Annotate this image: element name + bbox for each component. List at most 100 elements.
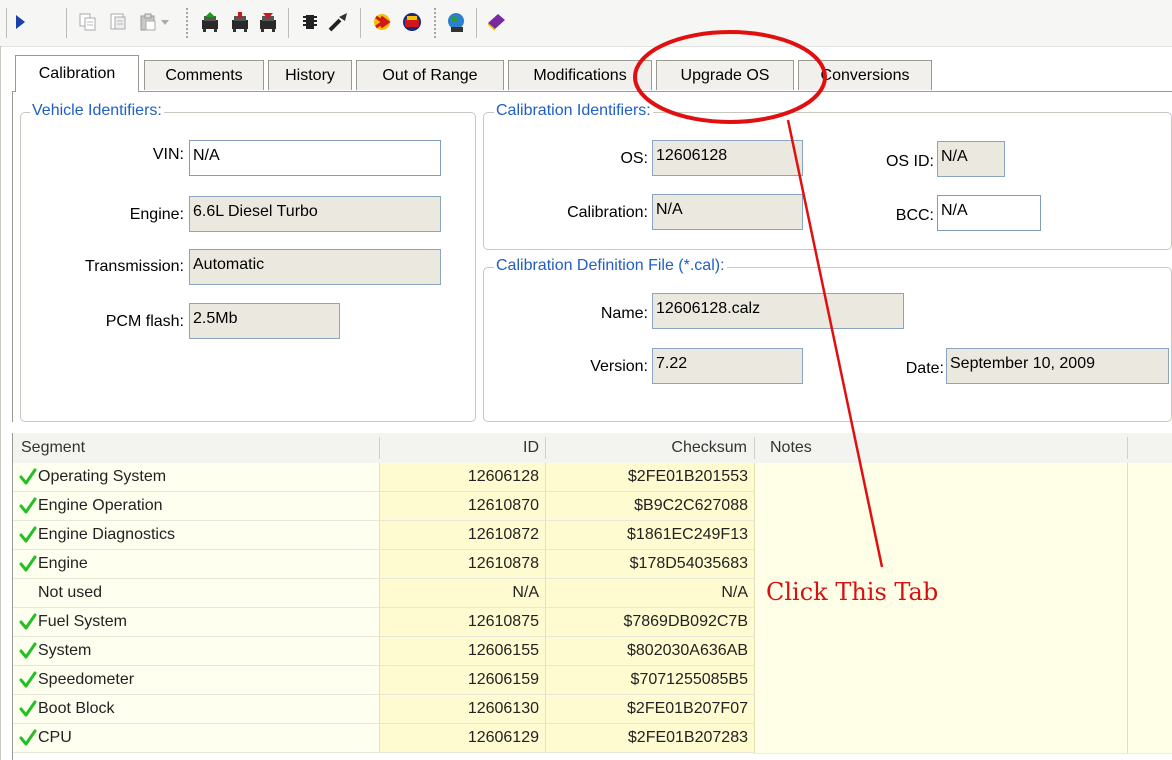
date-label: Date: — [905, 360, 944, 377]
calibration-file-title: Calibration Definition File (*.cal): — [494, 257, 727, 275]
filler-cell — [1127, 695, 1172, 725]
calibration-identifiers-group — [483, 112, 1172, 250]
table-row[interactable]: Speedometer 12606159 $7071255085B5 — [13, 666, 1172, 696]
toolbar — [0, 0, 1172, 47]
version-field: 7.22 — [652, 348, 803, 384]
transmission-label: Transmission: — [85, 258, 184, 275]
tab-history[interactable]: History — [268, 60, 352, 90]
header-checksum[interactable]: Checksum — [545, 433, 747, 463]
bcc-field[interactable]: N/A — [937, 195, 1041, 231]
copy-icon[interactable] — [76, 10, 100, 34]
header-segment[interactable]: Segment — [21, 433, 85, 463]
version-label: Version: — [590, 358, 648, 375]
paste-icon[interactable] — [136, 10, 160, 34]
tab-modifications[interactable]: Modifications — [508, 60, 652, 90]
segment-name: Boot Block — [38, 700, 115, 717]
engine-label: Engine: — [129, 206, 184, 223]
id-cell: 12610875 — [379, 608, 545, 637]
checkmark-icon — [19, 700, 37, 718]
table-row[interactable]: CPU 12606129 $2FE01B207283 — [13, 724, 1172, 754]
id-cell: 12606159 — [379, 666, 545, 695]
stop-icon[interactable] — [400, 10, 424, 34]
segment-cell: Operating System — [13, 463, 379, 492]
checksum-cell: $2FE01B207F07 — [545, 695, 754, 724]
checkmark-icon — [19, 497, 37, 515]
os-id-label: OS ID: — [885, 153, 934, 170]
tab-calibration[interactable]: Calibration — [15, 55, 139, 92]
column-divider[interactable] — [754, 437, 755, 459]
id-cell: 12606130 — [379, 695, 545, 724]
checksum-cell: $178D54035683 — [545, 550, 754, 579]
vin-field[interactable]: N/A — [189, 140, 441, 176]
notes-cell[interactable] — [754, 550, 1128, 580]
tools-icon[interactable] — [326, 10, 350, 34]
tab-upgrade-os[interactable]: Upgrade OS — [656, 60, 794, 90]
table-row[interactable]: Fuel System 12610875 $7869DB092C7B — [13, 608, 1172, 638]
notes-cell[interactable] — [754, 666, 1128, 696]
os-id-field: N/A — [937, 141, 1005, 177]
vin-label: VIN: — [152, 146, 184, 163]
table-row[interactable]: Not used N/A N/A — [13, 579, 1172, 609]
checkmark-icon — [19, 555, 37, 573]
globe-icon[interactable] — [444, 10, 468, 34]
notes-cell[interactable] — [754, 463, 1128, 493]
id-cell: 12610872 — [379, 521, 545, 550]
notes-cell[interactable] — [754, 724, 1128, 754]
table-row[interactable]: Engine Diagnostics 12610872 $1861EC249F13 — [13, 521, 1172, 551]
pcm-flash-field: 2.5Mb — [189, 303, 340, 339]
segment-name: Speedometer — [38, 671, 135, 688]
filler-cell — [1127, 666, 1172, 696]
segment-name: Engine — [38, 555, 88, 572]
table-header: Segment ID Checksum Notes — [13, 433, 1172, 464]
notes-cell[interactable] — [754, 521, 1128, 551]
vehicle-identifiers-title: Vehicle Identifiers: — [30, 102, 164, 120]
os-label: OS: — [620, 150, 648, 167]
segment-cell: Fuel System — [13, 608, 379, 637]
segment-cell: Engine Diagnostics — [13, 521, 379, 550]
checksum-cell: $802030A636AB — [545, 637, 754, 666]
column-divider[interactable] — [1127, 437, 1128, 459]
write-calibration-icon[interactable] — [256, 10, 280, 34]
notes-cell[interactable] — [754, 608, 1128, 638]
id-cell: 12606128 — [379, 463, 545, 492]
help-book-icon[interactable] — [484, 10, 508, 34]
filler-cell — [1127, 550, 1172, 580]
segment-cell: System — [13, 637, 379, 666]
tab-conversions[interactable]: Conversions — [798, 60, 932, 90]
write-vehicle-icon[interactable] — [228, 10, 252, 34]
filler-cell — [1127, 492, 1172, 522]
toolbar-grip[interactable] — [186, 8, 190, 38]
chevron-down-icon[interactable] — [158, 10, 172, 34]
table-row[interactable]: System 12606155 $802030A636AB — [13, 637, 1172, 667]
table-row[interactable]: Boot Block 12606130 $2FE01B207F07 — [13, 695, 1172, 725]
table-row[interactable]: Operating System 12606128 $2FE01B201553 — [13, 463, 1172, 493]
engine-field: 6.6L Diesel Turbo — [189, 196, 441, 232]
read-vehicle-icon[interactable] — [198, 10, 222, 34]
chip-icon[interactable] — [298, 10, 322, 34]
notes-cell[interactable] — [754, 637, 1128, 667]
toolbar-grip[interactable] — [434, 8, 438, 38]
play-icon[interactable] — [8, 10, 32, 34]
segment-name: Not used — [38, 584, 103, 601]
name-label: Name: — [600, 305, 648, 322]
checksum-cell: $7869DB092C7B — [545, 608, 754, 637]
header-id[interactable]: ID — [379, 433, 539, 463]
copy-table-icon[interactable] — [106, 10, 130, 34]
table-row[interactable]: Engine 12610878 $178D54035683 — [13, 550, 1172, 580]
notes-cell[interactable] — [754, 695, 1128, 725]
flash-icon[interactable] — [370, 10, 394, 34]
calibration-label: Calibration: — [567, 204, 648, 221]
pcm-flash-label: PCM flash: — [105, 313, 184, 330]
segment-name: CPU — [38, 729, 72, 746]
segment-cell: Engine — [13, 550, 379, 579]
segment-name: System — [38, 642, 92, 659]
segment-cell: Not used — [13, 579, 379, 608]
notes-cell[interactable] — [754, 492, 1128, 522]
segment-name: Engine Diagnostics — [38, 526, 175, 543]
table-row[interactable]: Engine Operation 12610870 $B9C2C627088 — [13, 492, 1172, 522]
header-notes[interactable]: Notes — [770, 433, 812, 463]
tab-out-of-range[interactable]: Out of Range — [356, 60, 504, 90]
calibration-file-group — [483, 267, 1172, 422]
checkmark-icon — [19, 671, 37, 689]
tab-comments[interactable]: Comments — [144, 60, 264, 90]
